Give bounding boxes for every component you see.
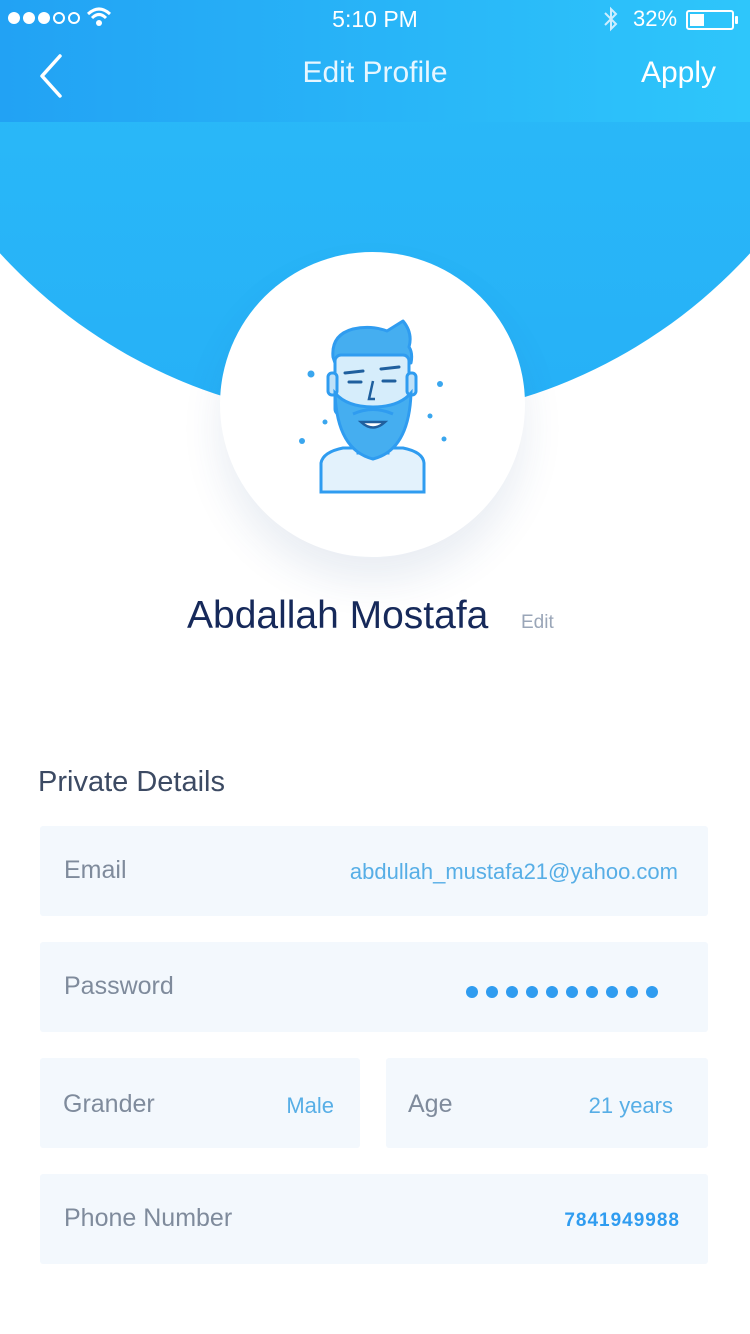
password-dot (486, 986, 498, 998)
password-dot (526, 986, 538, 998)
age-value: 21 years (588, 1093, 673, 1118)
section-title-private-details: Private Details (38, 766, 225, 798)
password-dot (646, 986, 658, 998)
password-masked-value (466, 986, 658, 998)
password-dot (606, 986, 618, 998)
page-title: Edit Profile (302, 56, 448, 89)
age-label: Age (408, 1090, 453, 1118)
phone-number-value: 7841949988 (564, 1210, 680, 1231)
password-dot (466, 986, 478, 998)
battery-percent: 32% (633, 6, 678, 31)
profile-name: Abdallah Mostafa (187, 594, 489, 637)
gender-value: Male (286, 1093, 334, 1118)
edit-name-link[interactable]: Edit (521, 612, 554, 634)
gender-field[interactable]: Grander Male (40, 1058, 360, 1148)
status-bar: 5:10 PM 32% (0, 0, 750, 40)
password-dot (586, 986, 598, 998)
age-field[interactable]: Age 21 years (386, 1058, 708, 1148)
phone-number-field[interactable]: Phone Number 7841949988 (40, 1174, 708, 1264)
bluetooth-icon (602, 6, 620, 38)
gender-label: Grander (63, 1090, 155, 1118)
phone-number-label: Phone Number (64, 1204, 233, 1232)
edit-profile-screen: 5:10 PM 32% Edit Profile Apply Abdallah … (0, 0, 750, 1334)
battery-tip (735, 16, 738, 24)
email-label: Email (64, 856, 127, 884)
password-field[interactable]: Password (40, 942, 708, 1032)
battery-icon (686, 10, 734, 30)
password-label: Password (64, 972, 174, 1000)
bearded-man-avatar-icon (299, 319, 447, 494)
password-dot (546, 986, 558, 998)
apply-button[interactable]: Apply (641, 56, 716, 90)
password-dot (566, 986, 578, 998)
email-field[interactable]: Email abdullah_mustafa21@yahoo.com (40, 826, 708, 916)
password-dot (506, 986, 518, 998)
password-dot (626, 986, 638, 998)
email-value: abdullah_mustafa21@yahoo.com (349, 859, 678, 884)
